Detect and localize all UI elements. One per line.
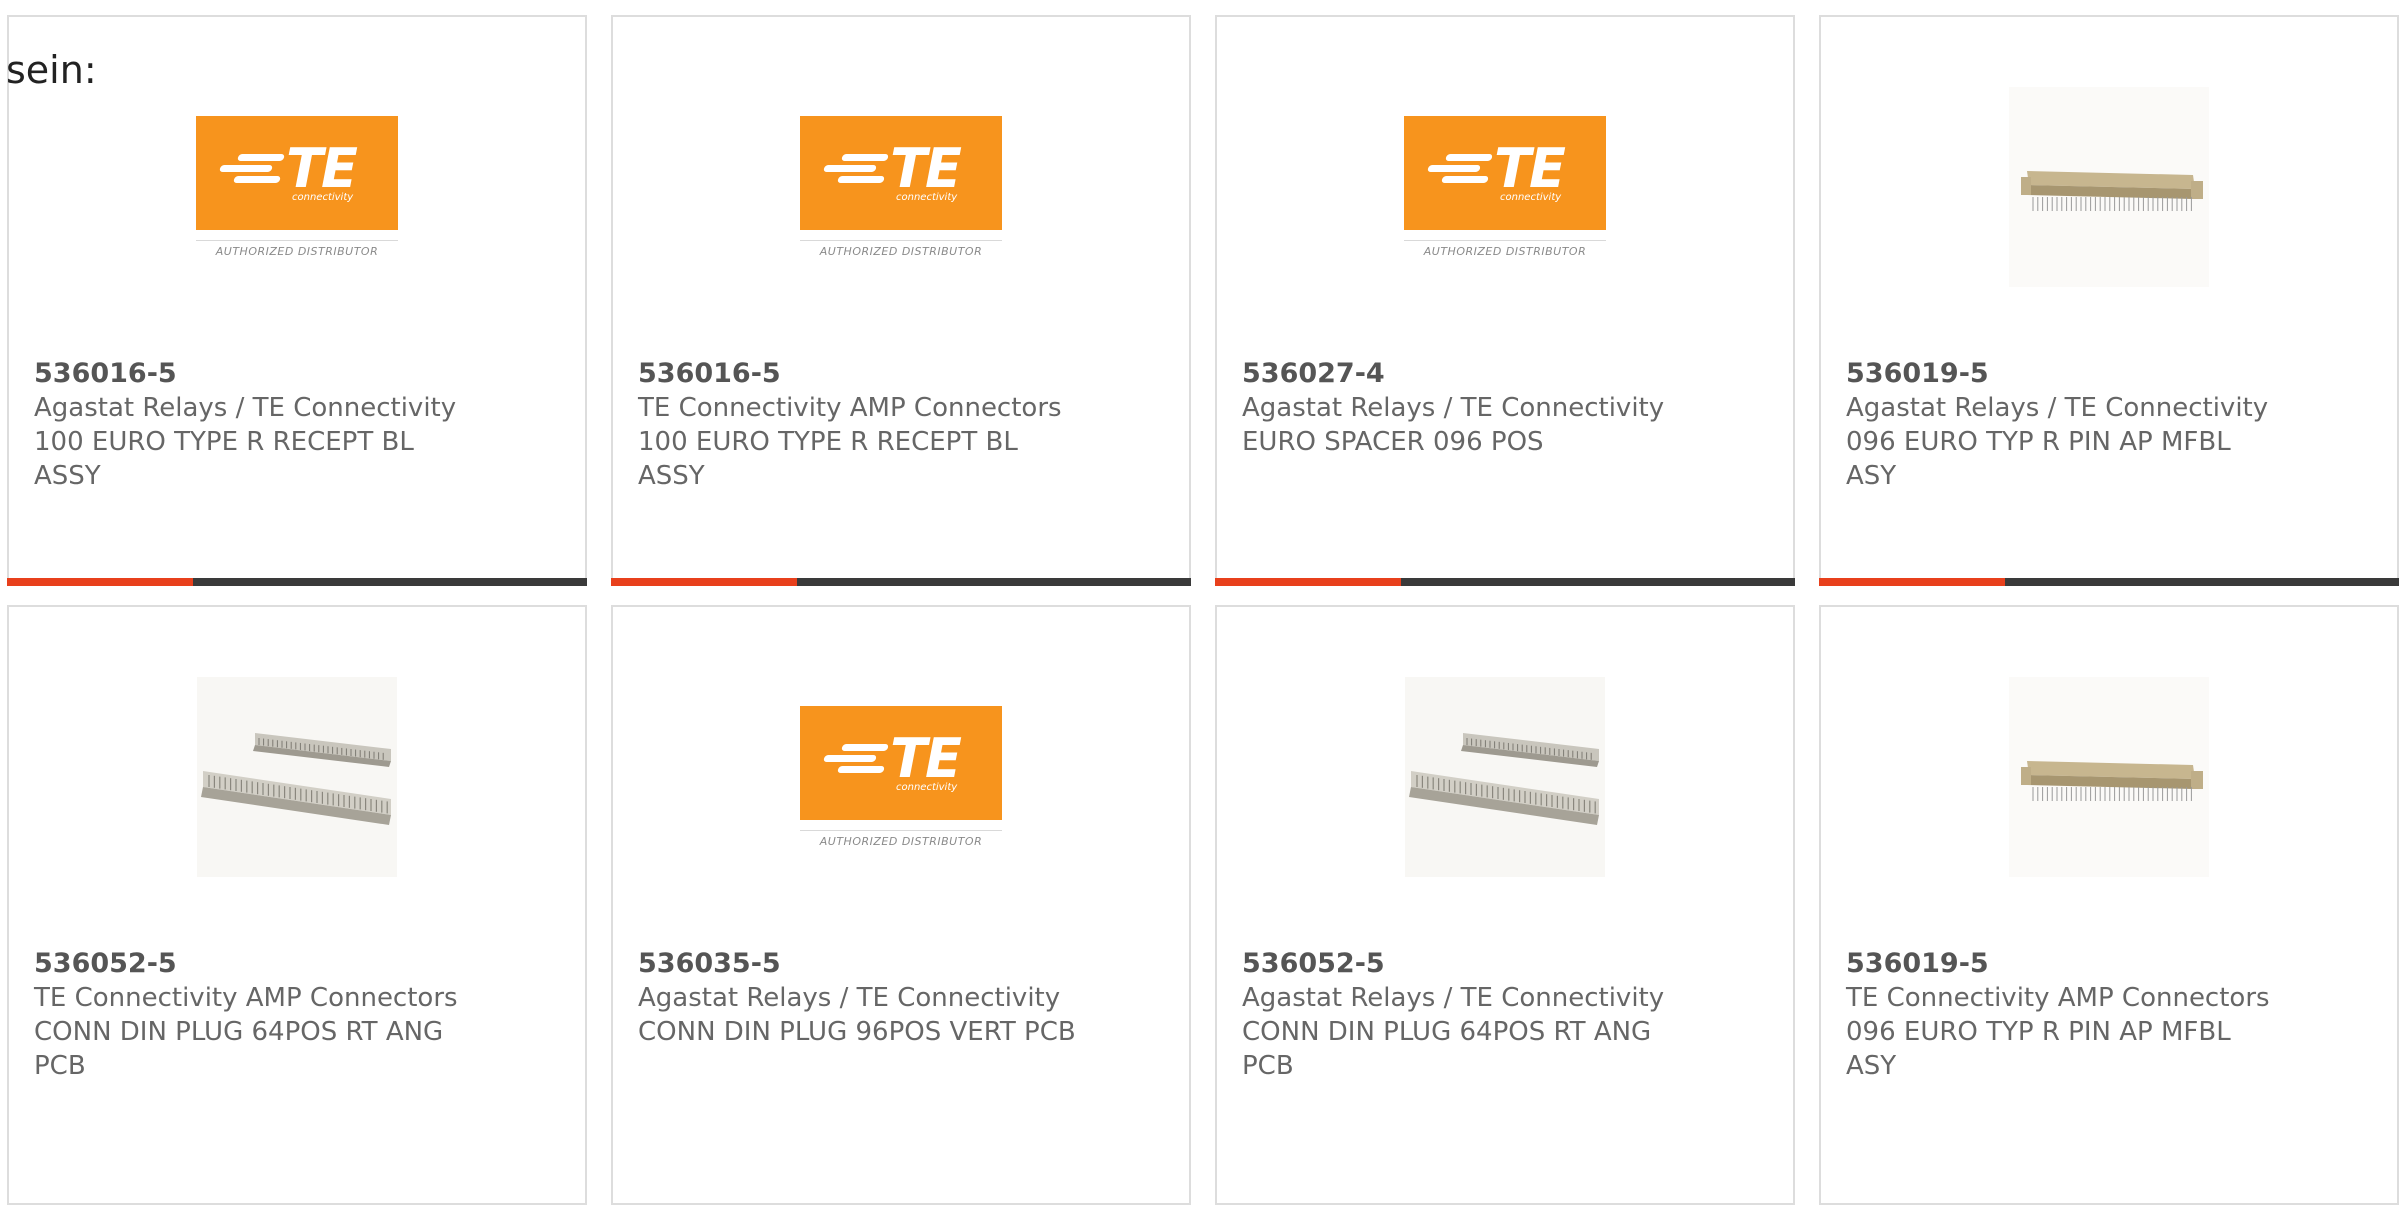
- pin-header-photo: [2009, 87, 2209, 287]
- product-description: CONN DIN PLUG 64POS RT ANG PCB: [1242, 1017, 1652, 1081]
- product-card[interactable]: 536052-5 Agastat Relays / TE Connectivit…: [1215, 605, 1795, 1205]
- product-description: 100 EURO TYPE R RECEPT BL ASSY: [638, 427, 1018, 491]
- product-card[interactable]: TE connectivity AUTHORIZED DISTRIBUTOR 536…: [7, 15, 587, 586]
- din-connector-pair-photo: [1405, 677, 1605, 877]
- part-number[interactable]: 536035-5: [638, 947, 1078, 981]
- product-description: CONN DIN PLUG 96POS VERT PCB: [638, 1017, 1076, 1047]
- manufacturer: Agastat Relays / TE Connectivity: [1242, 393, 1665, 423]
- progress-fill: [1819, 578, 2005, 586]
- part-number[interactable]: 536027-4: [1242, 357, 1682, 391]
- product-card[interactable]: 536019-5 Agastat Relays / TE Connectivit…: [1819, 15, 2399, 586]
- manufacturer: TE Connectivity AMP Connectors: [638, 393, 1062, 423]
- part-number[interactable]: 536019-5: [1846, 357, 2286, 391]
- product-card[interactable]: TE connectivity AUTHORIZED DISTRIBUTOR 536…: [611, 15, 1191, 586]
- product-card[interactable]: 536019-5 TE Connectivity AMP Connectors …: [1819, 605, 2399, 1205]
- product-grid: TE connectivity AUTHORIZED DISTRIBUTOR 536…: [7, 15, 2400, 1205]
- manufacturer: Agastat Relays / TE Connectivity: [638, 983, 1061, 1013]
- product-image: [1403, 675, 1607, 879]
- product-description: 096 EURO TYP R PIN AP MFBL ASY: [1846, 427, 2231, 491]
- product-image: [2007, 85, 2211, 289]
- progress-fill: [611, 578, 797, 586]
- product-image: TE connectivity AUTHORIZED DISTRIBUTOR: [195, 85, 399, 289]
- manufacturer: TE Connectivity AMP Connectors: [34, 983, 458, 1013]
- product-description: CONN DIN PLUG 64POS RT ANG PCB: [34, 1017, 444, 1081]
- progress-fill: [1215, 578, 1401, 586]
- card-progress-bar: [7, 578, 587, 586]
- part-number[interactable]: 536016-5: [34, 357, 474, 391]
- pin-header-photo: [2009, 677, 2209, 877]
- product-description: 100 EURO TYPE R RECEPT BL ASSY: [34, 427, 414, 491]
- card-progress-bar: [1819, 578, 2399, 586]
- part-number[interactable]: 536016-5: [638, 357, 1078, 391]
- manufacturer: Agastat Relays / TE Connectivity: [1242, 983, 1665, 1013]
- te-connectivity-logo: TE connectivity AUTHORIZED DISTRIBUTOR: [1403, 116, 1607, 258]
- product-card[interactable]: TE connectivity AUTHORIZED DISTRIBUTOR 536…: [1215, 15, 1795, 586]
- product-card[interactable]: TE connectivity AUTHORIZED DISTRIBUTOR 536…: [611, 605, 1191, 1205]
- product-card[interactable]: 536052-5 TE Connectivity AMP Connectors …: [7, 605, 587, 1205]
- te-connectivity-logo: TE connectivity AUTHORIZED DISTRIBUTOR: [799, 116, 1003, 258]
- part-number[interactable]: 536052-5: [1242, 947, 1682, 981]
- din-connector-pair-photo: [197, 677, 397, 877]
- progress-fill: [7, 578, 193, 586]
- product-description: EURO SPACER 096 POS: [1242, 427, 1544, 457]
- manufacturer: Agastat Relays / TE Connectivity: [34, 393, 457, 423]
- intro-text: sein:: [6, 48, 97, 92]
- product-description: 096 EURO TYP R PIN AP MFBL ASY: [1846, 1017, 2231, 1081]
- te-connectivity-logo: TE connectivity AUTHORIZED DISTRIBUTOR: [195, 116, 399, 258]
- part-number[interactable]: 536019-5: [1846, 947, 2286, 981]
- card-progress-bar: [611, 578, 1191, 586]
- product-image: [195, 675, 399, 879]
- product-image: [2007, 675, 2211, 879]
- manufacturer: Agastat Relays / TE Connectivity: [1846, 393, 2269, 423]
- manufacturer: TE Connectivity AMP Connectors: [1846, 983, 2270, 1013]
- product-image: TE connectivity AUTHORIZED DISTRIBUTOR: [799, 85, 1003, 289]
- product-image: TE connectivity AUTHORIZED DISTRIBUTOR: [1403, 85, 1607, 289]
- part-number[interactable]: 536052-5: [34, 947, 474, 981]
- card-progress-bar: [1215, 578, 1795, 586]
- product-image: TE connectivity AUTHORIZED DISTRIBUTOR: [799, 675, 1003, 879]
- te-connectivity-logo: TE connectivity AUTHORIZED DISTRIBUTOR: [799, 706, 1003, 848]
